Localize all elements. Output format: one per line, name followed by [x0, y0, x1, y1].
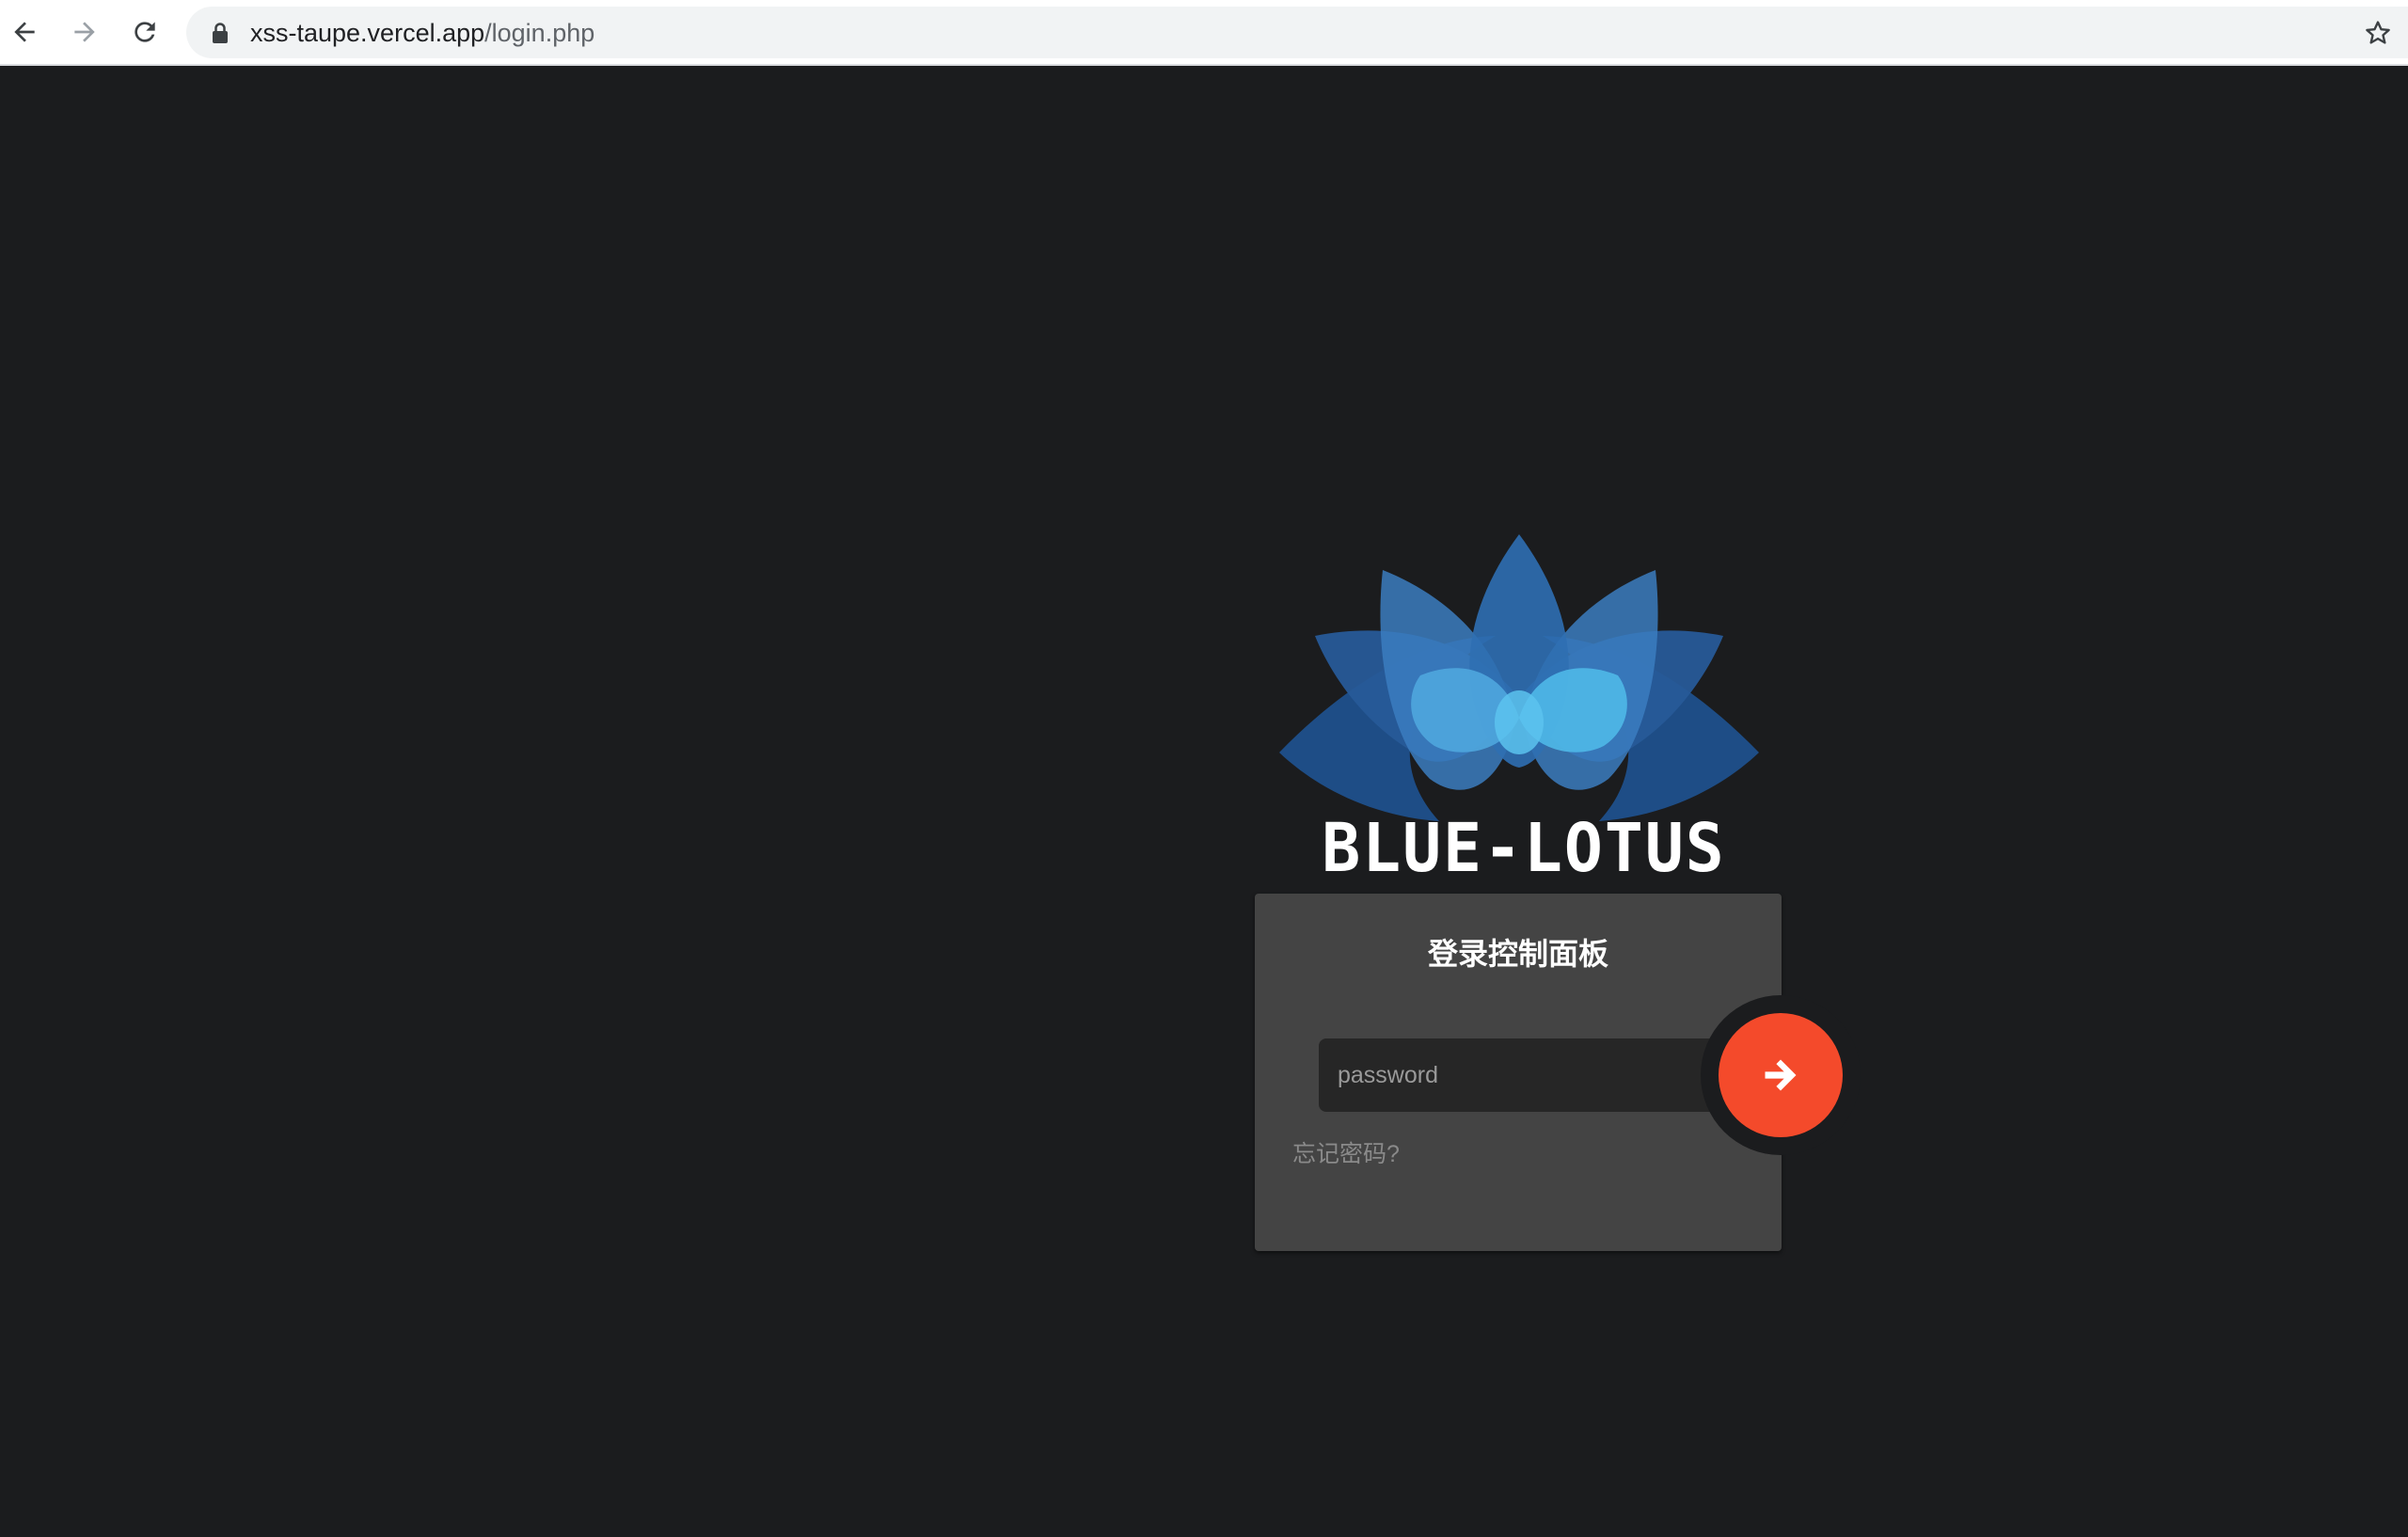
reload-icon: [135, 22, 155, 42]
reload-button[interactable]: [126, 13, 164, 51]
brand-logo-text: BLUE-LOTUS: [1322, 810, 1726, 888]
url-text: xss-taupe.vercel.app/login.php: [250, 19, 594, 47]
back-button[interactable]: [6, 13, 43, 51]
arrow-right-icon: [74, 22, 95, 42]
page-body: [0, 66, 2408, 1537]
login-submit-button[interactable]: [1719, 1013, 1843, 1137]
url-host: xss-taupe.vercel.app: [250, 19, 485, 47]
forgot-password-link[interactable]: 忘记密码?: [1292, 1140, 1400, 1168]
address-bar[interactable]: xss-taupe.vercel.app/login.php: [186, 7, 2408, 58]
url-path: /login.php: [484, 19, 595, 47]
lotus-icon: [1279, 534, 1759, 821]
arrow-right-icon: [1765, 1059, 1797, 1091]
browser-toolbar: xss-taupe.vercel.app/login.php: [0, 0, 2408, 66]
star-icon[interactable]: [2363, 18, 2393, 48]
forward-button[interactable]: [66, 13, 103, 51]
password-input[interactable]: [1319, 1038, 1723, 1112]
lock-icon: [213, 23, 228, 43]
login-title: 登录控制面板: [1427, 937, 1608, 971]
arrow-left-icon: [14, 22, 35, 42]
